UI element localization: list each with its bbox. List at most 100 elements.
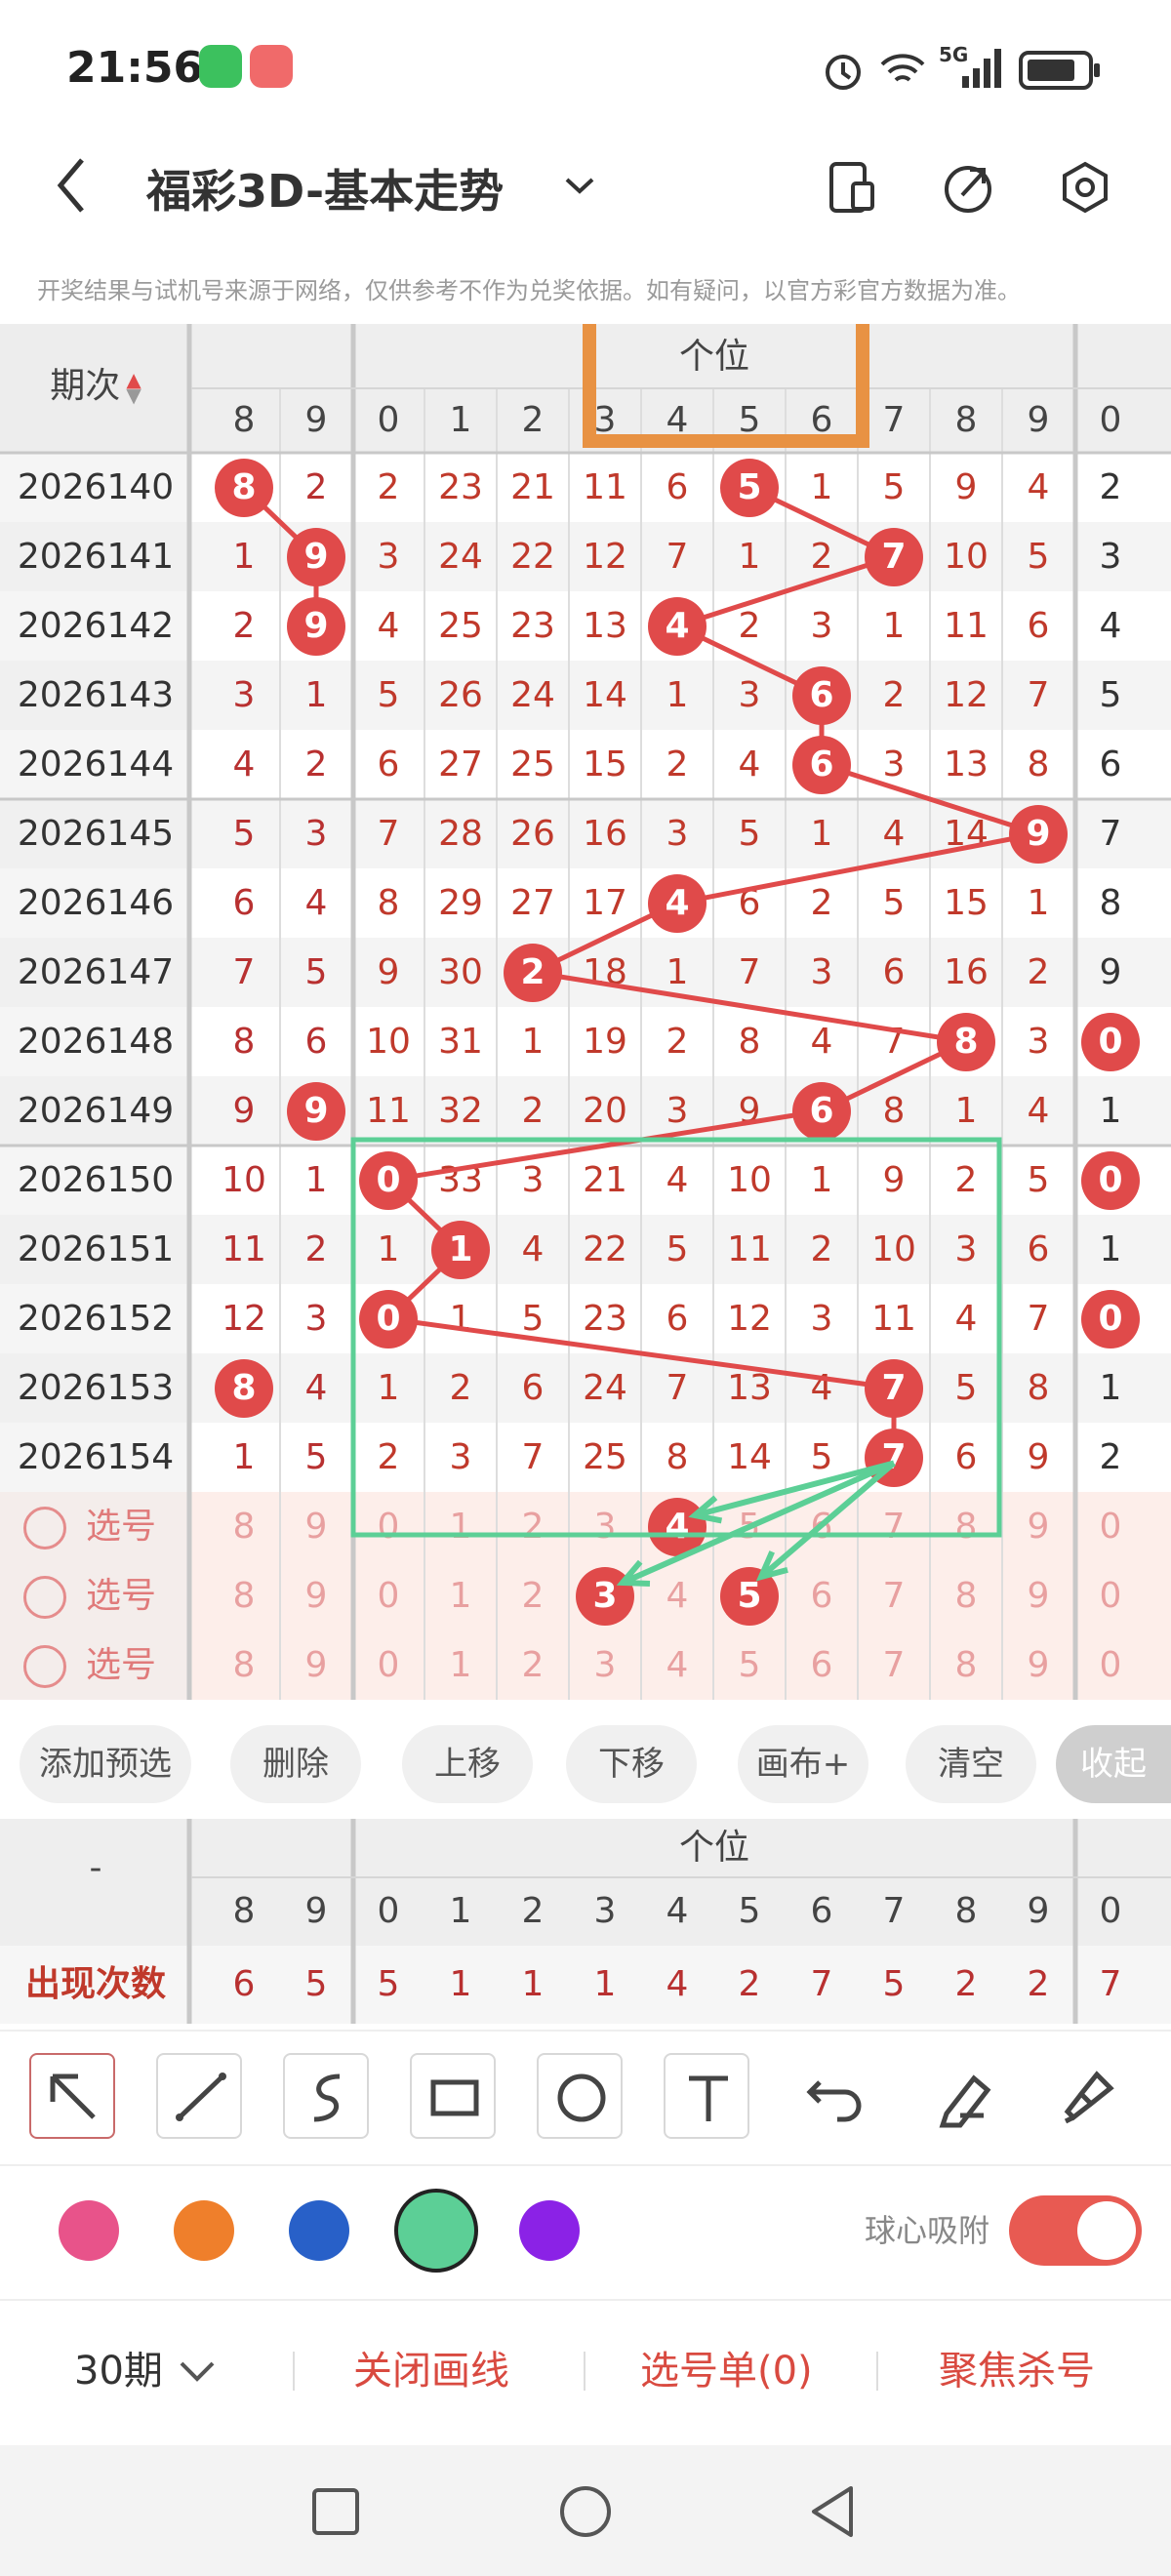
- brush-icon[interactable]: [1044, 2053, 1130, 2139]
- pick-cell[interactable]: 2: [498, 1630, 568, 1701]
- pick-cell[interactable]: 7: [859, 1492, 929, 1562]
- action-button[interactable]: 添加预选: [20, 1725, 191, 1803]
- arrow-tool-icon[interactable]: [29, 2053, 115, 2139]
- period-select[interactable]: 30期: [74, 2342, 163, 2400]
- stats-table: - 个位 8 9 0 1 2 3 4 5 6 7 8 9 0 出现次数 6 5 5 1 1 1 4 2 7 5 2 2 7: [0, 1819, 1171, 2024]
- action-button[interactable]: 删除: [230, 1725, 361, 1803]
- color-swatch[interactable]: [59, 2200, 119, 2261]
- pick-cell[interactable]: 1: [425, 1561, 496, 1631]
- value-cell: 33: [438, 1160, 483, 1200]
- square-nav-icon[interactable]: [308, 2484, 363, 2539]
- focus-kill-button[interactable]: 聚焦杀号: [939, 2342, 1095, 2400]
- pick-list-button[interactable]: 选号单(0): [640, 2342, 813, 2400]
- period-chevron-icon[interactable]: [178, 2357, 217, 2387]
- value-cell: 3: [810, 606, 833, 646]
- pick-cell[interactable]: 9: [1003, 1630, 1073, 1701]
- pick-cell[interactable]: 3: [570, 1492, 640, 1562]
- color-swatch[interactable]: [519, 2200, 580, 2261]
- pick-cell[interactable]: 2: [498, 1561, 568, 1631]
- pick-cell[interactable]: 8: [931, 1561, 1001, 1631]
- action-button[interactable]: 收起: [1056, 1725, 1171, 1803]
- value-cell: 16: [944, 952, 989, 992]
- pick-row-selector[interactable]: 选号: [23, 1492, 156, 1562]
- value-cell: 13: [727, 1368, 772, 1408]
- action-button[interactable]: 清空: [906, 1725, 1036, 1803]
- period-header-label: 期次: [50, 366, 121, 406]
- value-cell: 11: [727, 1229, 772, 1269]
- circle-nav-icon[interactable]: [556, 2482, 615, 2541]
- radio-button[interactable]: [23, 1576, 66, 1619]
- pick-ball[interactable]: 5: [720, 1566, 779, 1626]
- pick-cell[interactable]: 7: [859, 1630, 929, 1701]
- pick-cell[interactable]: 9: [1003, 1492, 1073, 1562]
- pick-cell[interactable]: 8: [209, 1561, 279, 1631]
- pick-cell[interactable]: 4: [642, 1561, 712, 1631]
- action-button[interactable]: 下移: [566, 1725, 697, 1803]
- pick-ball[interactable]: 3: [576, 1566, 634, 1626]
- pick-cell[interactable]: 0: [1075, 1492, 1146, 1562]
- pick-cell[interactable]: 0: [353, 1630, 424, 1701]
- pick-cell[interactable]: 0: [353, 1561, 424, 1631]
- pick-cell[interactable]: 0: [353, 1492, 424, 1562]
- text-tool-icon[interactable]: [664, 2053, 749, 2139]
- pick-cell[interactable]: 5: [714, 1630, 785, 1701]
- back-nav-icon[interactable]: [806, 2482, 861, 2541]
- close-line-button[interactable]: 关闭画线: [353, 2342, 509, 2400]
- line-tool-icon[interactable]: [156, 2053, 242, 2139]
- right-ball: 0: [1081, 1150, 1140, 1210]
- snap-toggle[interactable]: [1009, 2195, 1142, 2266]
- pick-cell[interactable]: 3: [570, 1630, 640, 1701]
- share-icon[interactable]: [939, 158, 997, 217]
- eraser-icon[interactable]: [917, 2053, 1003, 2139]
- left-value-cell: 3: [232, 675, 256, 715]
- color-swatch[interactable]: [394, 2189, 478, 2273]
- circle-tool-icon[interactable]: [537, 2053, 623, 2139]
- ball-number: 7: [865, 527, 923, 586]
- pick-cell[interactable]: 5: [714, 1492, 785, 1562]
- pick-row-selector[interactable]: 选号: [23, 1561, 156, 1631]
- undo-icon[interactable]: [790, 2053, 876, 2139]
- color-swatch[interactable]: [289, 2200, 349, 2261]
- pick-cell[interactable]: 7: [859, 1561, 929, 1631]
- pick-cell[interactable]: 6: [787, 1492, 857, 1562]
- radio-button[interactable]: [23, 1645, 66, 1688]
- pick-cell[interactable]: 8: [931, 1630, 1001, 1701]
- radio-button[interactable]: [23, 1507, 66, 1550]
- period-header[interactable]: 期次 ▲ ▼: [0, 357, 191, 408]
- curve-tool-icon[interactable]: [283, 2053, 369, 2139]
- pick-cell[interactable]: 8: [209, 1630, 279, 1701]
- pick-cell[interactable]: 1: [425, 1630, 496, 1701]
- ball-number: 7: [865, 1358, 923, 1418]
- pick-cell[interactable]: 0: [1075, 1561, 1146, 1631]
- period-cell: 2026140: [17, 467, 175, 507]
- pick-cell[interactable]: 9: [281, 1561, 351, 1631]
- pick-cell[interactable]: 6: [787, 1561, 857, 1631]
- pick-cell[interactable]: 9: [281, 1630, 351, 1701]
- pick-cell[interactable]: 9: [281, 1492, 351, 1562]
- page-title[interactable]: 福彩3D-基本走势: [146, 156, 504, 221]
- color-swatch[interactable]: [174, 2200, 234, 2261]
- action-button[interactable]: 上移: [402, 1725, 533, 1803]
- stats-column-header: 2: [521, 1891, 545, 1931]
- pick-cell[interactable]: 6: [787, 1630, 857, 1701]
- rectangle-tool-icon[interactable]: [410, 2053, 496, 2139]
- pick-cell[interactable]: 9: [1003, 1561, 1073, 1631]
- pick-ball[interactable]: 4: [648, 1497, 707, 1556]
- pick-cell[interactable]: 0: [1075, 1630, 1146, 1701]
- settings-icon[interactable]: [1056, 158, 1114, 217]
- pick-cell[interactable]: 8: [209, 1492, 279, 1562]
- pick-cell[interactable]: 4: [642, 1630, 712, 1701]
- pick-cell[interactable]: 8: [931, 1492, 1001, 1562]
- pick-row-selector[interactable]: 选号: [23, 1630, 156, 1701]
- action-button[interactable]: 画布+: [738, 1725, 868, 1803]
- pick-cell[interactable]: 1: [425, 1492, 496, 1562]
- value-cell: 8: [882, 1091, 906, 1131]
- value-cell: 2: [954, 1160, 978, 1200]
- value-cell: 2: [738, 606, 761, 646]
- chevron-down-icon[interactable]: [562, 168, 597, 203]
- sort-icon[interactable]: ▲ ▼: [120, 366, 141, 406]
- pick-cell[interactable]: 2: [498, 1492, 568, 1562]
- value-cell: 1: [738, 537, 761, 577]
- phone-layout-icon[interactable]: [822, 158, 880, 217]
- back-icon[interactable]: [51, 154, 90, 217]
